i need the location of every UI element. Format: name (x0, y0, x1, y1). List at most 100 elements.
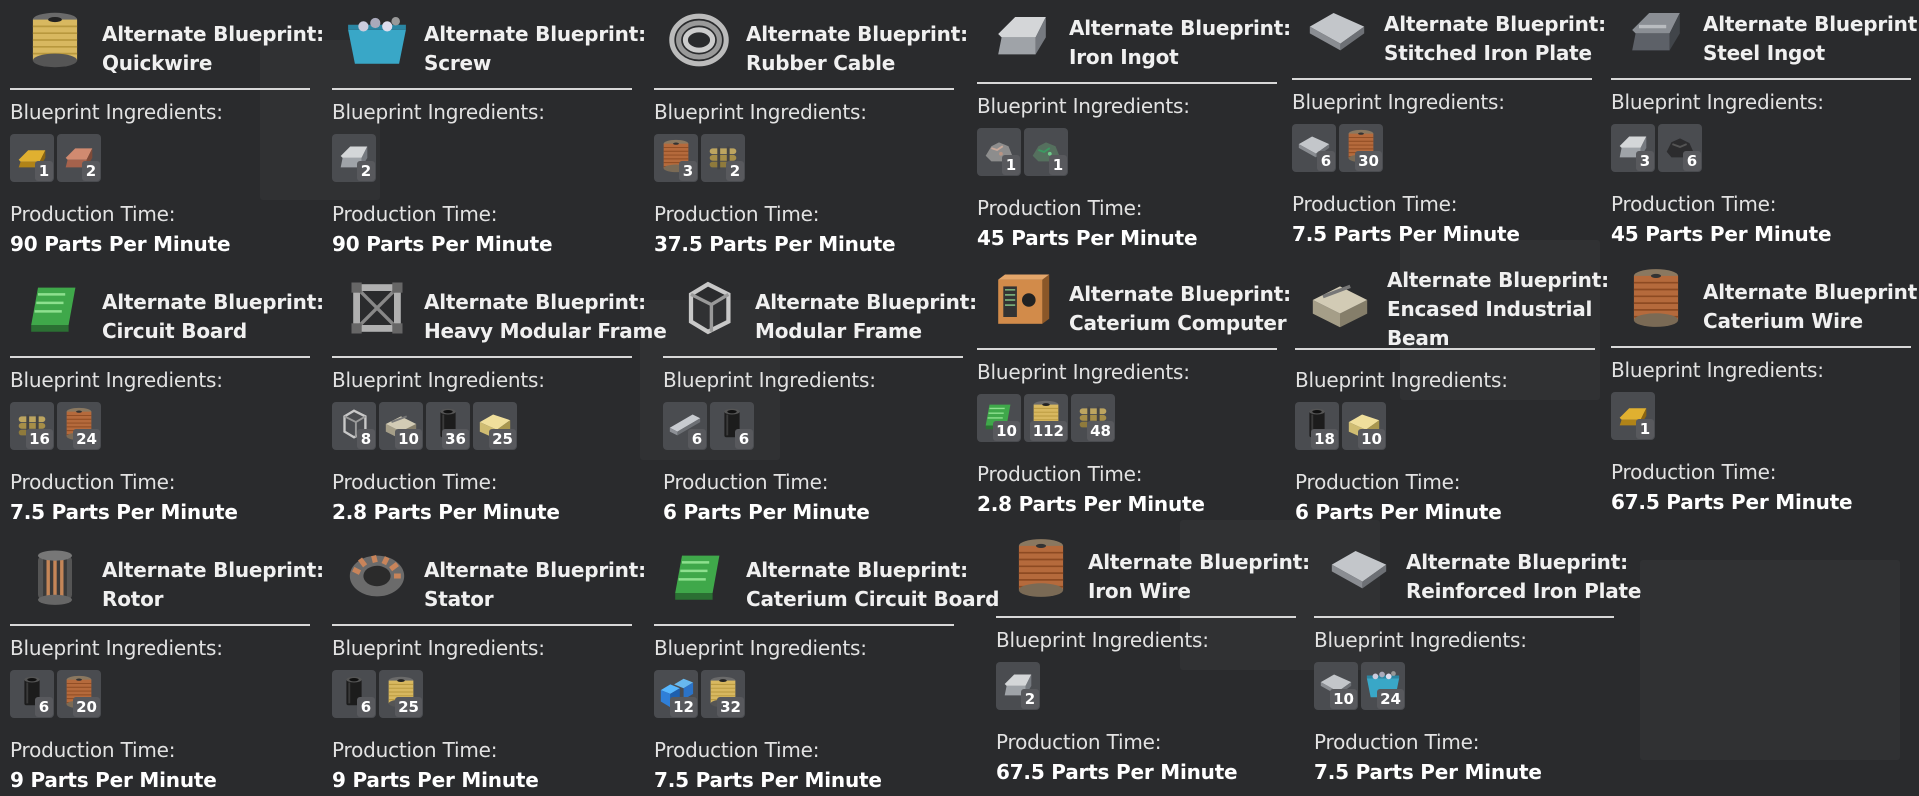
title-prefix: Alternate Blueprint: (1088, 550, 1310, 574)
production-time-label: Production Time: (1314, 730, 1480, 754)
blueprint-card: Alternate Blueprint: Encased Industrial Be… (1285, 260, 1609, 524)
ingredient-slot[interactable]: 1 (10, 134, 54, 182)
screw-bin-icon (342, 6, 412, 74)
ingredient-slot[interactable]: 2 (57, 134, 101, 182)
ingredient-count: 10 (395, 429, 422, 449)
ingredients-label: Blueprint Ingredients: (10, 100, 223, 124)
ingredient-slot[interactable]: 25 (473, 402, 517, 450)
ingredient-slot[interactable]: 10 (379, 402, 423, 450)
ingredient-count: 48 (1087, 421, 1114, 441)
blueprint-header: Alternate Blueprint: Rotor (10, 536, 324, 626)
blueprint-title: Alternate Blueprint: Rubber Cable (746, 20, 968, 78)
ingredient-slot[interactable]: 1 (1024, 128, 1068, 176)
ingredient-slot[interactable]: 16 (10, 402, 54, 450)
rubber-cable-icon (664, 6, 734, 74)
ingredient-count: 25 (489, 429, 516, 449)
blueprint-title: Alternate Blueprint: Caterium Computer (1069, 280, 1291, 338)
ingredient-slot[interactable]: 1 (977, 128, 1021, 176)
blueprint-name: Caterium Computer (1069, 311, 1287, 335)
ingredient-slot[interactable]: 8 (332, 402, 376, 450)
ingredient-slot[interactable]: 112 (1024, 394, 1068, 442)
ingredient-count: 3 (679, 161, 697, 181)
blueprint-header: Alternate Blueprint: Stator (332, 536, 646, 626)
production-rate: 7.5 Parts Per Minute (1314, 760, 1542, 784)
title-prefix: Alternate Blueprint: (424, 558, 646, 582)
ingredient-slot[interactable]: 18 (1295, 402, 1339, 450)
production-rate: 45 Parts Per Minute (977, 226, 1198, 250)
blueprint-name: Reinforced Iron Plate (1406, 579, 1642, 603)
blueprint-name: Modular Frame (755, 319, 922, 343)
title-prefix: Alternate Blueprint: (746, 558, 968, 582)
blueprint-name: Caterium Wire (1703, 309, 1863, 333)
ingredient-slot[interactable]: 12 (654, 670, 698, 718)
blueprint-header: Alternate Blueprint: Stitched Iron Plate (1292, 0, 1606, 80)
ingredient-slot[interactable]: 2 (996, 662, 1040, 710)
ingredients-label: Blueprint Ingredients: (654, 100, 867, 124)
steel-ingot-icon (1621, 0, 1691, 64)
ingredient-count: 25 (395, 697, 422, 717)
ingredient-slot[interactable]: 6 (1658, 124, 1702, 172)
computer-icon (987, 266, 1057, 334)
production-time-label: Production Time: (996, 730, 1162, 754)
ingredient-slot[interactable]: 10 (1314, 662, 1358, 710)
blueprint-header: Alternate Blueprint: Rubber Cable (654, 0, 968, 90)
ingredients-label: Blueprint Ingredients: (663, 368, 876, 392)
production-rate: 90 Parts Per Minute (332, 232, 553, 256)
background-tile (1640, 560, 1900, 760)
blueprint-title: Alternate Blueprint: Stitched Iron Plate (1384, 10, 1606, 68)
production-rate: 7.5 Parts Per Minute (654, 768, 882, 792)
ingredient-list: 12 32 (654, 670, 745, 718)
ingredient-count: 10 (1358, 429, 1385, 449)
ingredient-slot[interactable]: 25 (379, 670, 423, 718)
ingredient-slot[interactable]: 2 (332, 134, 376, 182)
ingredient-count: 10 (1330, 689, 1357, 709)
ingredient-slot[interactable]: 3 (1611, 124, 1655, 172)
wire-spool-icon (1006, 534, 1076, 602)
ingredient-slot[interactable]: 24 (57, 402, 101, 450)
ingredient-list: 18 10 (1295, 402, 1386, 450)
ingredient-slot[interactable]: 10 (1342, 402, 1386, 450)
blueprint-title: Alternate Blueprint: Iron Ingot (1069, 14, 1291, 72)
ingredient-count: 20 (73, 697, 100, 717)
production-time-label: Production Time: (1611, 460, 1777, 484)
ingredient-slot[interactable]: 2 (701, 134, 745, 182)
ingredient-list: 2 (996, 662, 1040, 710)
production-time-label: Production Time: (10, 470, 176, 494)
ingredients-label: Blueprint Ingredients: (1611, 90, 1824, 114)
ingredient-list: 10 112 48 (977, 394, 1115, 442)
blueprint-card: Alternate Blueprint: Modular Frame Bluepri… (653, 268, 977, 524)
ingredient-slot[interactable]: 10 (977, 394, 1021, 442)
ingredients-label: Blueprint Ingredients: (1295, 368, 1508, 392)
blueprint-header: Alternate Blueprint: Heavy Modular Frame (332, 268, 667, 358)
blueprint-title: Alternate Blueprint: Caterium Wire (1703, 278, 1919, 336)
ingredient-slot[interactable]: 20 (57, 670, 101, 718)
wire-spool-icon (1621, 264, 1691, 332)
ingredient-count: 1 (1002, 155, 1020, 175)
production-rate: 2.8 Parts Per Minute (977, 492, 1205, 516)
ingredient-slot[interactable]: 6 (663, 402, 707, 450)
production-time-label: Production Time: (654, 738, 820, 762)
ingredient-slot[interactable]: 36 (426, 402, 470, 450)
blueprint-card: Alternate Blueprint: Circuit Board Bluepri… (0, 268, 324, 524)
ingredients-label: Blueprint Ingredients: (10, 636, 223, 660)
ingredient-slot[interactable]: 1 (1611, 392, 1655, 440)
quickwire-spool-icon (20, 6, 90, 74)
blueprint-title: Alternate Blueprint: Modular Frame (755, 288, 977, 346)
blueprint-header: Alternate Blueprint: Iron Ingot (977, 0, 1291, 84)
ingredient-slot[interactable]: 30 (1339, 124, 1383, 172)
ingredient-list: 12 (10, 134, 101, 182)
ingredient-slot[interactable]: 6 (10, 670, 54, 718)
blueprint-card: Alternate Blueprint: Iron Wire Blueprint I… (986, 528, 1310, 784)
blueprint-header: Alternate Blueprint: Encased Industrial Be… (1295, 260, 1609, 350)
blueprint-header: Alternate Blueprint: Caterium Circuit Boa… (654, 536, 999, 626)
ingredient-slot[interactable]: 3 (654, 134, 698, 182)
ingredient-count: 6 (735, 429, 753, 449)
ingredient-slot[interactable]: 24 (1361, 662, 1405, 710)
ingredient-slot[interactable]: 6 (332, 670, 376, 718)
ingredient-count: 24 (73, 429, 100, 449)
ingredient-slot[interactable]: 6 (710, 402, 754, 450)
ingredient-slot[interactable]: 48 (1071, 394, 1115, 442)
title-prefix: Alternate Blueprint: (1387, 268, 1609, 292)
ingredient-slot[interactable]: 6 (1292, 124, 1336, 172)
ingredient-slot[interactable]: 32 (701, 670, 745, 718)
